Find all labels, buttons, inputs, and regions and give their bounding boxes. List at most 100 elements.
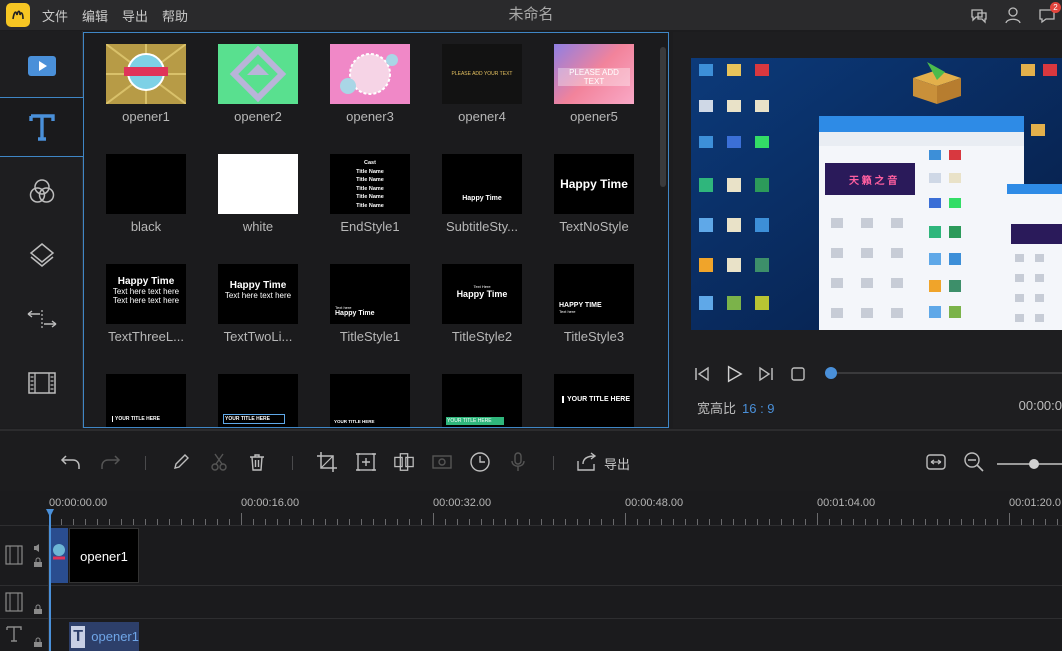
rail-media[interactable] bbox=[0, 36, 83, 96]
text-clip[interactable]: T opener1 bbox=[69, 622, 139, 651]
item-thumbnail: YOUR TITLE HERE bbox=[442, 374, 522, 427]
library-item[interactable]: Text here Happy Time TitleStyle1 bbox=[330, 264, 410, 374]
aspect-ratio-value[interactable]: 16 : 9 bbox=[742, 401, 775, 416]
timeline-ruler[interactable] bbox=[49, 513, 1062, 525]
library-item[interactable]: YOUR TITLE HERE bbox=[106, 374, 186, 427]
library-item[interactable]: Text Here Happy Time TitleStyle2 bbox=[442, 264, 522, 374]
item-thumbnail: Happy Time Text here text here Text here… bbox=[106, 264, 186, 324]
previous-frame-icon[interactable] bbox=[693, 365, 711, 383]
item-thumbnail: Happy Time bbox=[442, 154, 522, 214]
item-thumbnail bbox=[106, 44, 186, 104]
crop-icon[interactable] bbox=[316, 451, 338, 473]
edit-pencil-icon[interactable] bbox=[170, 451, 192, 473]
library-item[interactable]: Happy Time SubtitleSty... bbox=[442, 154, 522, 264]
message-icon[interactable]: 2 bbox=[1036, 2, 1061, 26]
mosaic-icon[interactable] bbox=[393, 451, 415, 473]
zoom-out-icon[interactable] bbox=[963, 451, 985, 473]
ruler-label: 00:00:48.00 bbox=[625, 497, 684, 509]
export-icon[interactable] bbox=[576, 451, 598, 473]
stop-icon[interactable] bbox=[789, 365, 807, 383]
speed-clock-icon[interactable] bbox=[469, 451, 491, 473]
library-item[interactable]: Cast Title Name Title Name Title Name Ti… bbox=[330, 154, 410, 264]
video-clip-thumb[interactable] bbox=[50, 528, 68, 583]
item-thumbnail: Happy Time bbox=[554, 154, 634, 214]
library-scrollbar[interactable] bbox=[660, 39, 666, 423]
preview-seek-bar[interactable] bbox=[825, 367, 1062, 379]
audio-icon[interactable] bbox=[33, 543, 43, 553]
zoom-slider-knob[interactable] bbox=[1029, 459, 1039, 469]
zoom-slider[interactable] bbox=[997, 459, 1062, 469]
library-item[interactable]: YOUR TITLE HERE bbox=[330, 374, 410, 427]
text-library-panel: opener1 opener2 opener3 PLEASE ADD YOUR … bbox=[83, 32, 669, 428]
item-thumbnail: Happy Time Text here text here bbox=[218, 264, 298, 324]
library-item[interactable]: black bbox=[106, 154, 186, 264]
library-item[interactable]: YOUR TITLE HERE bbox=[442, 374, 522, 427]
lock-icon[interactable] bbox=[33, 557, 43, 567]
overlays-icon bbox=[29, 243, 54, 267]
timeline-panel: 00:00:00.00 00:00:16.00 00:00:32.00 00:0… bbox=[0, 491, 1062, 651]
zoom-frame-icon[interactable] bbox=[355, 451, 377, 473]
rail-transitions[interactable] bbox=[0, 289, 83, 349]
rail-overlays[interactable] bbox=[0, 225, 83, 285]
scrollbar-thumb[interactable] bbox=[660, 47, 666, 187]
seek-knob[interactable] bbox=[825, 367, 837, 379]
screenshot-icon[interactable] bbox=[431, 451, 453, 473]
item-label: TitleStyle3 bbox=[563, 329, 625, 344]
rail-film[interactable] bbox=[0, 353, 83, 413]
thumb-text: Title Name bbox=[356, 194, 384, 200]
playhead[interactable] bbox=[49, 511, 51, 651]
item-label: SubtitleSty... bbox=[445, 219, 518, 234]
aspect-ratio[interactable]: 宽高比 16 : 9 bbox=[697, 398, 775, 417]
toolbar-separator bbox=[553, 456, 554, 470]
menu-edit[interactable]: 编辑 bbox=[82, 6, 108, 25]
export-button[interactable]: 导出 bbox=[604, 454, 630, 473]
video-track-header bbox=[0, 526, 49, 585]
item-label: TextTwoLi... bbox=[223, 329, 293, 344]
redo-icon[interactable] bbox=[99, 451, 121, 473]
video-clip-label: opener1 bbox=[80, 549, 128, 564]
rail-text[interactable] bbox=[0, 97, 83, 157]
library-item[interactable]: Happy Time TextNoStyle bbox=[554, 154, 634, 264]
library-item[interactable]: YOUR TITLE HERE bbox=[554, 374, 634, 427]
overlay-track-icon bbox=[5, 592, 23, 612]
library-item[interactable]: opener3 bbox=[330, 44, 410, 154]
library-item[interactable]: PLEASE ADD TEXT opener5 bbox=[554, 44, 634, 154]
thumb-text: YOUR TITLE HERE bbox=[223, 414, 285, 424]
ruler-label: 00:00:00.00 bbox=[49, 497, 108, 509]
thumb-text: PLEASE ADD YOUR TEXT bbox=[451, 71, 513, 77]
item-label: opener4 bbox=[458, 109, 506, 124]
library-item[interactable]: white bbox=[218, 154, 298, 264]
media-icon bbox=[27, 56, 56, 76]
video-clip[interactable]: opener1 bbox=[69, 528, 139, 583]
thumb-text: Happy Time bbox=[117, 276, 175, 287]
item-label: white bbox=[242, 219, 274, 234]
menu-bar: 文件 编辑 导出 帮助 bbox=[42, 0, 188, 30]
library-item[interactable]: Happy Time Text here text here TextTwoLi… bbox=[218, 264, 298, 374]
chat-icon[interactable] bbox=[968, 4, 990, 26]
track-separator bbox=[0, 525, 1062, 526]
text-clip-label: opener1 bbox=[91, 629, 139, 644]
ruler-label: 00:00:32.00 bbox=[433, 497, 492, 509]
undo-icon[interactable] bbox=[60, 451, 82, 473]
play-icon[interactable] bbox=[725, 365, 743, 383]
library-item[interactable]: YOUR TITLE HERE bbox=[218, 374, 298, 427]
next-frame-icon[interactable] bbox=[757, 365, 775, 383]
library-item[interactable]: HAPPY TIME Text here TitleStyle3 bbox=[554, 264, 634, 374]
delete-icon[interactable] bbox=[246, 451, 268, 473]
rail-filters[interactable] bbox=[0, 161, 83, 221]
lock-icon[interactable] bbox=[33, 604, 43, 614]
user-icon[interactable] bbox=[1002, 4, 1024, 26]
menu-help[interactable]: 帮助 bbox=[162, 6, 188, 25]
thumb-text: YOUR TITLE HERE bbox=[334, 419, 375, 424]
cut-icon[interactable] bbox=[208, 451, 230, 473]
menu-file[interactable]: 文件 bbox=[42, 6, 68, 25]
library-item[interactable]: PLEASE ADD YOUR TEXT opener4 bbox=[442, 44, 522, 154]
menu-export[interactable]: 导出 bbox=[122, 6, 148, 25]
library-item[interactable]: opener1 bbox=[106, 44, 186, 154]
lock-icon[interactable] bbox=[33, 637, 43, 647]
fit-width-icon[interactable] bbox=[925, 451, 947, 473]
library-item[interactable]: opener2 bbox=[218, 44, 298, 154]
microphone-icon[interactable] bbox=[507, 451, 529, 473]
library-item[interactable]: Happy Time Text here text here Text here… bbox=[106, 264, 186, 374]
film-icon bbox=[27, 372, 56, 394]
